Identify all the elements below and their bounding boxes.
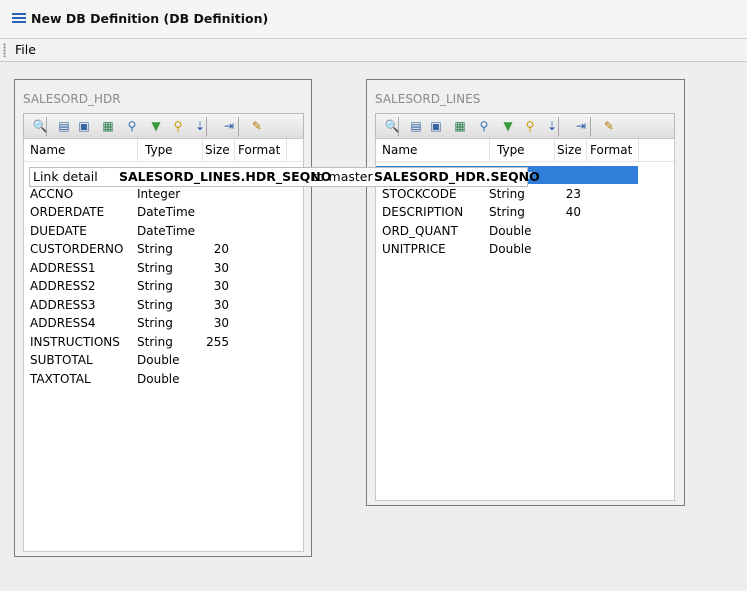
col-name-header[interactable]: Name: [382, 143, 417, 157]
cell-name: ORD_QUANT: [382, 223, 458, 238]
table-row[interactable]: DESCRIPTION String 40: [376, 203, 638, 221]
table-row[interactable]: ORD_QUANT Double: [376, 222, 638, 240]
insert-icon[interactable]: ⇥: [221, 118, 237, 134]
table-row[interactable]: UNITPRICE Double: [376, 240, 638, 258]
cell-type: DateTime: [137, 205, 196, 219]
master-table-toolbar: 🔍 ▤ ▣ ▦ ⚲ ▼ ⚲ ⇣ ⇥ ✎: [23, 113, 304, 140]
cell-type: Double: [489, 223, 532, 238]
insert-icon[interactable]: ⇥: [573, 118, 589, 134]
cell-name: ACCNO: [30, 186, 74, 201]
detail-table-toolbar: 🔍 ▤ ▣ ▦ ⚲ ▼ ⚲ ⇣ ⇥ ✎: [375, 113, 675, 140]
table-row[interactable]: ADDRESS3 String 30: [24, 296, 303, 314]
filter-icon[interactable]: ▼: [500, 118, 516, 134]
cell-type: String: [489, 186, 525, 201]
cell-name: ADDRESS4: [30, 316, 96, 330]
link-tooltip: Link detail SALESORD_LINES.HDR_SEQNO to …: [29, 167, 540, 187]
cell-size: 30: [213, 279, 229, 293]
cell-type: String: [137, 260, 173, 275]
tooltip-middle: to master: [312, 169, 373, 184]
table-row[interactable]: ADDRESS1 String 30: [24, 259, 303, 277]
cell-size: 30: [213, 297, 229, 312]
cell-name: DESCRIPTION: [382, 205, 464, 219]
master-table-panel[interactable]: SALESORD_HDR 🔍 ▤ ▣ ▦ ⚲ ▼ ⚲ ⇣ ⇥ ✎ Name Type Size F…: [14, 79, 312, 557]
cell-type: String: [137, 334, 173, 349]
cell-type: String: [489, 205, 525, 219]
col-format-header[interactable]: Format: [590, 143, 632, 157]
table-row[interactable]: TAXTOTAL Double: [24, 370, 303, 388]
calc-icon[interactable]: ▦: [100, 118, 116, 134]
col-type-header[interactable]: Type: [497, 143, 525, 157]
table-row[interactable]: SUBTOTAL Double: [24, 351, 303, 369]
edit-icon[interactable]: ✎: [249, 118, 265, 134]
cell-type: String: [137, 279, 173, 293]
cell-name: ORDERDATE: [30, 205, 105, 219]
master-table-grid[interactable]: Name Type Size Format SEQACCNOIntegerORD…: [23, 138, 304, 552]
form-icon[interactable]: ▣: [76, 118, 92, 134]
cell-name: UNITPRICE: [382, 242, 446, 256]
tooltip-prefix: Link detail: [33, 169, 98, 184]
col-size-header[interactable]: Size: [205, 143, 230, 157]
col-name-header[interactable]: Name: [30, 143, 65, 157]
find-filter-icon[interactable]: ⚲: [522, 118, 538, 134]
cell-name: TAXTOTAL: [30, 371, 91, 386]
calc-icon[interactable]: ▦: [452, 118, 468, 134]
table-row[interactable]: CUSTORDERNO String 20: [24, 240, 303, 258]
filter-icon[interactable]: ▼: [148, 118, 164, 134]
col-format-header[interactable]: Format: [238, 143, 280, 157]
cell-type: Double: [137, 371, 180, 386]
cell-size: 20: [213, 242, 229, 256]
cell-type: Double: [137, 353, 180, 367]
cell-size: 255: [206, 334, 229, 349]
grid-header: Name Type Size Format: [24, 139, 303, 162]
table-row[interactable]: ADDRESS4 String 30: [24, 314, 303, 332]
cell-name: CUSTORDERNO: [30, 242, 124, 256]
table-row[interactable]: STOCKCODE String 23: [376, 185, 638, 203]
cell-size: 23: [565, 186, 581, 201]
table-row[interactable]: ADDRESS2 String 30: [24, 277, 303, 295]
cell-name: STOCKCODE: [382, 186, 457, 201]
menu-bar: File: [0, 39, 747, 62]
tooltip-detail-field: SALESORD_LINES.HDR_SEQNO: [119, 169, 332, 184]
menu-grip-icon: [3, 43, 6, 57]
grid-header: Name Type Size Format: [376, 139, 674, 162]
col-size-header[interactable]: Size: [557, 143, 582, 157]
cell-type: String: [137, 242, 173, 256]
cell-name: SUBTOTAL: [30, 353, 93, 367]
cell-size: 40: [565, 205, 581, 219]
search-icon[interactable]: ⚲: [476, 118, 492, 134]
master-table-title: SALESORD_HDR: [23, 92, 121, 106]
detail-table-panel[interactable]: SALESORD_LINES 🔍 ▤ ▣ ▦ ⚲ ▼ ⚲ ⇣ ⇥ ✎ Name Type Size…: [366, 79, 685, 506]
cell-type: String: [137, 316, 173, 330]
table-row[interactable]: DUEDATE DateTime: [24, 222, 303, 240]
find-filter-icon[interactable]: ⚲: [170, 118, 186, 134]
cell-name: ADDRESS2: [30, 279, 96, 293]
cell-size: 30: [213, 260, 229, 275]
cell-name: DUEDATE: [30, 223, 87, 238]
table-row[interactable]: ORDERDATE DateTime: [24, 203, 303, 221]
grid-icon[interactable]: ▤: [56, 118, 72, 134]
title-bar: New DB Definition (DB Definition): [0, 0, 747, 39]
detail-table-grid[interactable]: Name Type Size Format HDR_SEQNOIntegerST…: [375, 138, 675, 501]
table-row[interactable]: INSTRUCTIONS String 255: [24, 333, 303, 351]
grid-icon[interactable]: ▤: [408, 118, 424, 134]
cell-type: Integer: [137, 186, 181, 201]
cell-type: DateTime: [137, 223, 196, 238]
search-icon[interactable]: ⚲: [124, 118, 140, 134]
form-icon[interactable]: ▣: [428, 118, 444, 134]
tooltip-master-field: SALESORD_HDR.SEQNO: [374, 169, 540, 184]
cell-type: Double: [489, 242, 532, 256]
menu-file[interactable]: File: [13, 42, 38, 57]
cell-name: ADDRESS1: [30, 260, 96, 275]
col-type-header[interactable]: Type: [145, 143, 173, 157]
cell-name: INSTRUCTIONS: [30, 334, 120, 349]
detail-table-title: SALESORD_LINES: [375, 92, 481, 106]
window-title: New DB Definition (DB Definition): [31, 11, 269, 26]
edit-icon[interactable]: ✎: [601, 118, 617, 134]
cell-size: 30: [213, 316, 229, 330]
cell-type: String: [137, 297, 173, 312]
cell-name: ADDRESS3: [30, 297, 96, 312]
table-row[interactable]: ACCNO Integer: [24, 185, 303, 203]
db-definition-icon: [12, 13, 26, 23]
